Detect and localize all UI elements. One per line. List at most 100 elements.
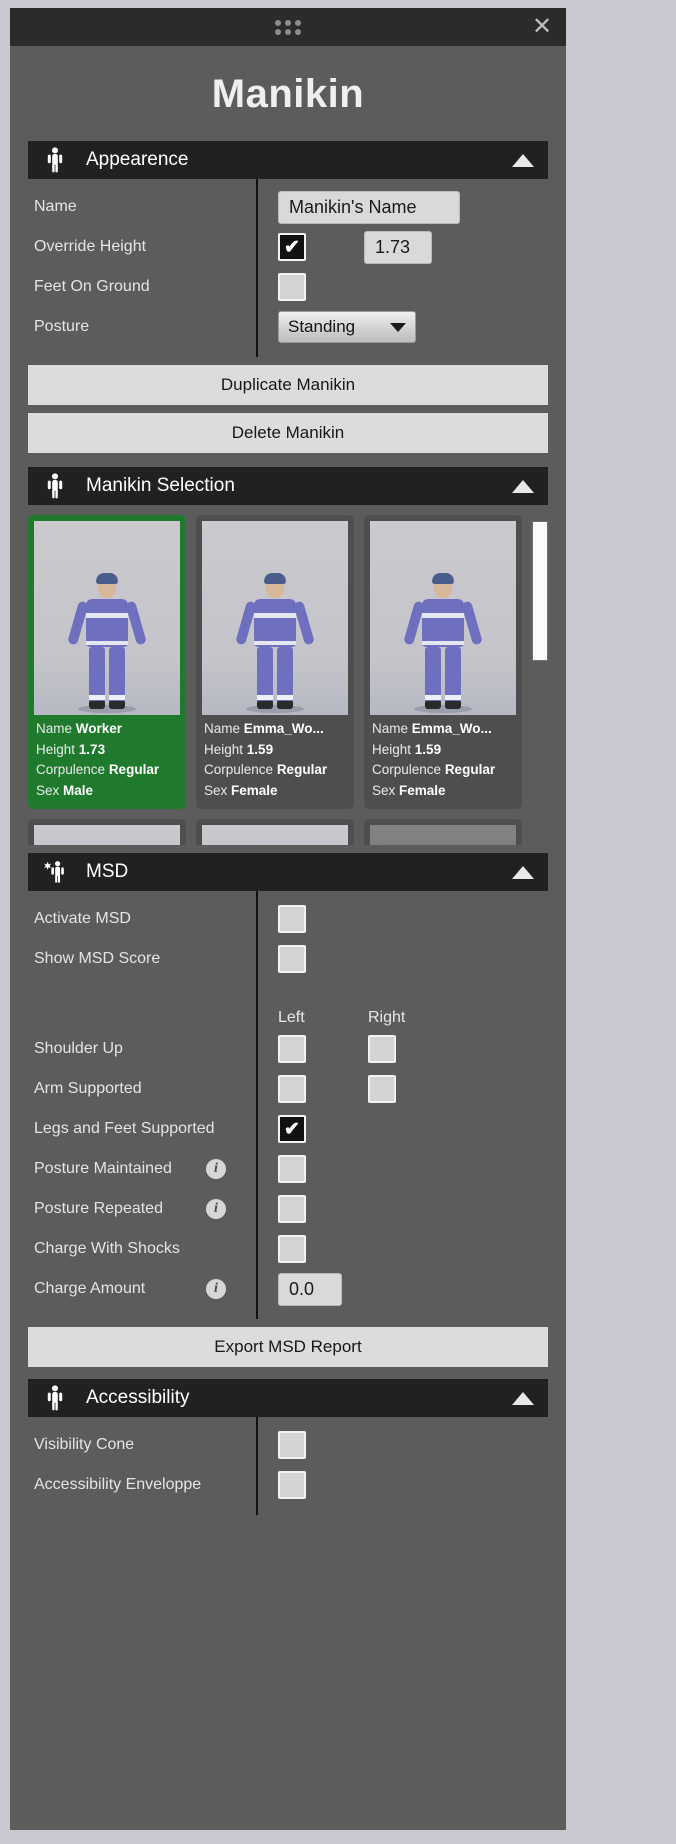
override-height-checkbox[interactable] bbox=[278, 233, 306, 261]
close-icon[interactable]: ✕ bbox=[528, 13, 556, 41]
person-icon bbox=[42, 473, 68, 499]
duplicate-manikin-button[interactable]: Duplicate Manikin bbox=[28, 365, 548, 405]
person-icon bbox=[42, 1385, 68, 1411]
manikin-card[interactable] bbox=[28, 819, 186, 845]
section-header-msd[interactable]: MSD bbox=[28, 853, 548, 891]
row-visibility-cone: Visibility Cone bbox=[10, 1425, 566, 1465]
label-shoulder-up: Shoulder Up bbox=[34, 1040, 123, 1057]
visibility-cone-checkbox[interactable] bbox=[278, 1431, 306, 1459]
card-sex: Sex Male bbox=[36, 782, 94, 798]
row-posture-maintained: Posture Maintained i bbox=[10, 1149, 566, 1189]
label-accessibility-enveloppe: Accessibility Enveloppe bbox=[34, 1476, 202, 1493]
legs-feet-supported-checkbox[interactable] bbox=[278, 1115, 306, 1143]
row-posture-repeated: Posture Repeated i bbox=[10, 1189, 566, 1229]
posture-maintained-checkbox[interactable] bbox=[278, 1155, 306, 1183]
charge-amount-input[interactable] bbox=[278, 1272, 342, 1306]
delete-manikin-button[interactable]: Delete Manikin bbox=[28, 413, 548, 453]
label-legs-feet-supported: Legs and Feet Supported bbox=[34, 1120, 215, 1137]
label-feet-on-ground: Feet On Ground bbox=[34, 278, 150, 295]
manikin-thumbnail bbox=[34, 521, 180, 715]
row-activate-msd: Activate MSD bbox=[10, 899, 566, 939]
column-divider bbox=[256, 179, 258, 357]
column-header-left: Left bbox=[278, 1009, 305, 1026]
manikin-panel: ✕ Manikin Appearence Name Overrid bbox=[10, 8, 566, 1830]
row-show-msd-score: Show MSD Score bbox=[10, 939, 566, 979]
label-posture: Posture bbox=[34, 318, 90, 335]
label-name: Name bbox=[34, 198, 77, 215]
show-msd-score-checkbox[interactable] bbox=[278, 945, 306, 973]
row-charge-amount: Charge Amount i bbox=[10, 1269, 566, 1309]
appearance-body: Name Override Height Feet On Ground Post… bbox=[10, 179, 566, 357]
section-header-manikin-selection[interactable]: Manikin Selection bbox=[28, 467, 548, 505]
card-sex: Sex Female bbox=[372, 782, 446, 798]
caret-up-icon-accessibility[interactable] bbox=[512, 1391, 534, 1405]
manikin-cards-row1: Name Worker Height 1.73 Corpulence Regul… bbox=[28, 515, 532, 810]
row-name: Name bbox=[10, 187, 566, 227]
row-arm-supported: Arm Supported bbox=[10, 1069, 566, 1109]
window-titlebar[interactable]: ✕ bbox=[10, 8, 566, 46]
manikin-card[interactable]: Name Emma_Wo... Height 1.59 Corpulence R… bbox=[196, 515, 354, 810]
height-input[interactable] bbox=[364, 230, 432, 264]
card-height: Height 1.59 bbox=[204, 741, 274, 757]
column-divider bbox=[256, 891, 258, 1319]
scrollbar-thumb[interactable] bbox=[532, 521, 548, 661]
info-icon-charge-amount[interactable]: i bbox=[206, 1279, 226, 1299]
section-header-appearance[interactable]: Appearence bbox=[28, 141, 548, 179]
section-title-appearance: Appearence bbox=[86, 149, 189, 170]
card-height: Height 1.73 bbox=[36, 741, 106, 757]
row-charge-with-shocks: Charge With Shocks bbox=[10, 1229, 566, 1269]
export-msd-report-button[interactable]: Export MSD Report bbox=[28, 1327, 548, 1367]
accessibility-enveloppe-checkbox[interactable] bbox=[278, 1471, 306, 1499]
card-corpulence: Corpulence Regular bbox=[204, 762, 328, 778]
section-title-accessibility: Accessibility bbox=[86, 1387, 190, 1408]
row-lr-headers: Left Right bbox=[10, 979, 566, 1029]
section-title-manikin-selection: Manikin Selection bbox=[86, 475, 235, 496]
person-icon bbox=[42, 147, 68, 173]
row-accessibility-enveloppe: Accessibility Enveloppe bbox=[10, 1465, 566, 1505]
manikin-thumbnail bbox=[370, 521, 516, 715]
manikin-card[interactable]: Name Worker Height 1.73 Corpulence Regul… bbox=[28, 515, 186, 810]
charge-with-shocks-checkbox[interactable] bbox=[278, 1235, 306, 1263]
star-person-icon bbox=[42, 859, 68, 885]
section-title-msd: MSD bbox=[86, 861, 129, 882]
shoulder-up-left-checkbox[interactable] bbox=[278, 1035, 306, 1063]
chevron-down-icon bbox=[390, 322, 406, 332]
posture-repeated-checkbox[interactable] bbox=[278, 1195, 306, 1223]
label-visibility-cone: Visibility Cone bbox=[34, 1436, 135, 1453]
feet-on-ground-checkbox[interactable] bbox=[278, 273, 306, 301]
manikin-card[interactable]: Name Emma_Wo... Height 1.59 Corpulence R… bbox=[364, 515, 522, 810]
row-override-height: Override Height bbox=[10, 227, 566, 267]
posture-select[interactable]: Standing bbox=[278, 311, 416, 343]
shoulder-up-right-checkbox[interactable] bbox=[368, 1035, 396, 1063]
section-header-accessibility[interactable]: Accessibility bbox=[28, 1379, 548, 1417]
label-override-height: Override Height bbox=[34, 238, 147, 255]
column-divider bbox=[256, 1417, 258, 1515]
arm-supported-left-checkbox[interactable] bbox=[278, 1075, 306, 1103]
label-activate-msd: Activate MSD bbox=[34, 910, 131, 927]
manikin-card[interactable] bbox=[196, 819, 354, 845]
caret-up-icon-msd[interactable] bbox=[512, 865, 534, 879]
info-icon-posture-repeated[interactable]: i bbox=[206, 1199, 226, 1219]
msd-body: Activate MSD Show MSD Score Left Right S… bbox=[10, 891, 566, 1319]
arm-supported-right-checkbox[interactable] bbox=[368, 1075, 396, 1103]
page-title: Manikin bbox=[211, 72, 365, 116]
name-input[interactable] bbox=[278, 190, 460, 224]
column-header-right: Right bbox=[368, 1009, 406, 1026]
caret-up-icon-manikin-selection[interactable] bbox=[512, 479, 534, 493]
card-corpulence: Corpulence Regular bbox=[372, 762, 496, 778]
manikin-card[interactable] bbox=[364, 819, 522, 845]
manikin-list-scrollbar[interactable] bbox=[532, 521, 548, 839]
label-arm-supported: Arm Supported bbox=[34, 1080, 142, 1097]
accessibility-body: Visibility Cone Accessibility Enveloppe bbox=[10, 1417, 566, 1515]
row-posture: Posture Standing bbox=[10, 307, 566, 347]
label-charge-amount: Charge Amount bbox=[34, 1280, 146, 1297]
drag-handle-icon[interactable] bbox=[275, 19, 301, 35]
caret-up-icon-appearance[interactable] bbox=[512, 153, 534, 167]
row-shoulder-up: Shoulder Up bbox=[10, 1029, 566, 1069]
label-charge-with-shocks: Charge With Shocks bbox=[34, 1240, 180, 1257]
card-name: Name Emma_Wo... bbox=[204, 721, 324, 736]
row-legs-feet-supported: Legs and Feet Supported bbox=[10, 1109, 566, 1149]
info-icon-posture-maintained[interactable]: i bbox=[206, 1159, 226, 1179]
card-height: Height 1.59 bbox=[372, 741, 442, 757]
activate-msd-checkbox[interactable] bbox=[278, 905, 306, 933]
